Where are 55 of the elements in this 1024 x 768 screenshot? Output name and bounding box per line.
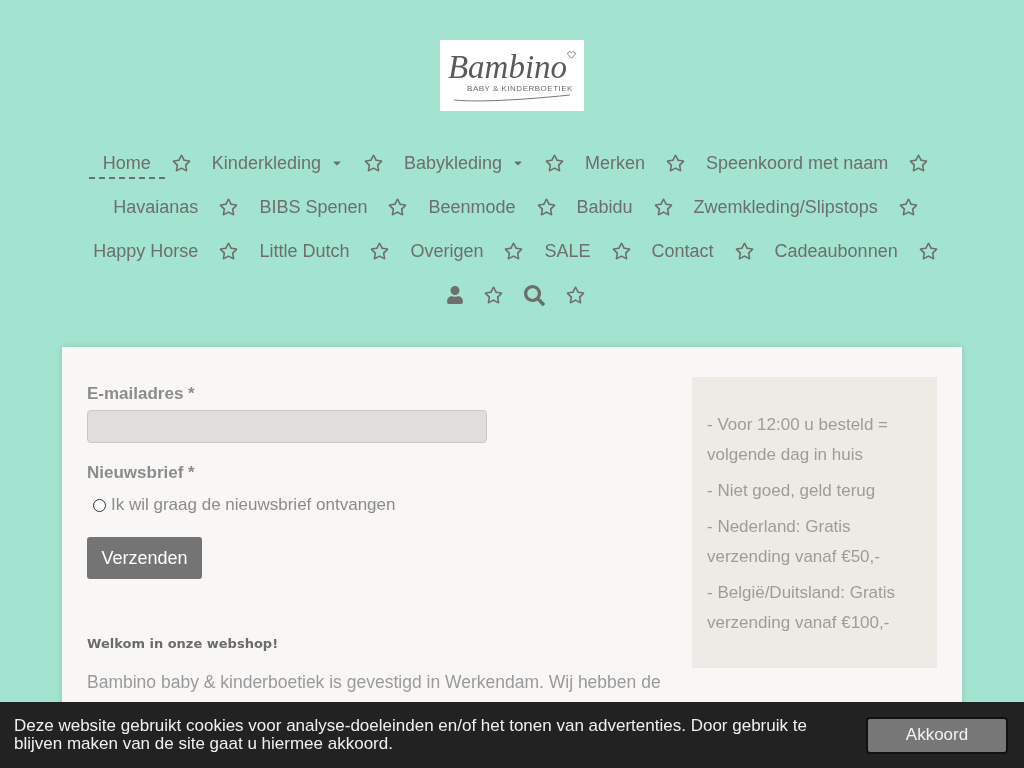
star-icon <box>666 154 686 172</box>
star-icon <box>219 198 239 216</box>
shipping-note: - Nederland: Gratis verzending vanaf €50,- <box>707 516 881 568</box>
email-label: E-mailadres * <box>87 383 195 405</box>
star-icon <box>388 198 408 216</box>
shipping-note: - België/Duitsland: Gratis verzending vanaf €100,- <box>707 582 897 634</box>
cookie-text: Deze website gebruikt cookies voor analyse-doeleinden en/of het tonen van advertenties. Door gebruik te blijven maken van de site gaat u hiermee akkoord. <box>14 717 808 753</box>
star-icon <box>653 198 673 216</box>
star-icon <box>611 242 631 260</box>
shipping-note: - Niet goed, geld terug <box>707 480 877 502</box>
nav-link[interactable]: SALE <box>530 237 605 267</box>
star-icon <box>370 242 390 260</box>
swoosh-icon <box>452 93 572 102</box>
nav-link[interactable]: Little Dutch <box>245 237 364 267</box>
star-icon <box>565 286 585 304</box>
newsletter-label: Nieuwsbrief * <box>87 462 195 484</box>
search-icon <box>523 284 545 306</box>
nav-link[interactable]: Overigen <box>396 237 498 267</box>
submit-button[interactable]: Verzenden <box>87 537 202 579</box>
user-icon <box>446 286 463 304</box>
logo[interactable]: Bambino BABY & KINDERBOETIEK <box>440 40 584 111</box>
star-icon <box>734 242 754 260</box>
shipping-note: - Voor 12:00 u besteld = volgende dag in huis <box>707 414 889 466</box>
nav-link[interactable]: Speenkoord met naam <box>692 149 903 179</box>
welcome-text: Bambino baby & kinderboetiek is gevestigd in Werkendam. Wij hebben de <box>87 671 661 693</box>
welcome-heading: Welkom in onze webshop! <box>87 636 279 652</box>
accept-button[interactable]: Akkoord <box>866 716 1008 754</box>
nav-link[interactable]: Cadeaubonnen <box>760 237 912 267</box>
nav-link[interactable]: Beenmode <box>414 193 530 223</box>
star-icon <box>909 154 929 172</box>
nav-link[interactable]: Home <box>88 149 165 179</box>
star-icon <box>898 198 918 216</box>
nav-link[interactable]: Babidu <box>562 193 647 223</box>
newsletter-option-label: Ik wil graag de nieuwsbrief ontvangen <box>111 494 396 516</box>
star-icon <box>504 242 524 260</box>
logo-tagline: BABY & KINDERBOETIEK <box>467 83 573 93</box>
nav-link[interactable]: Merken <box>571 149 660 179</box>
star-icon <box>171 154 191 172</box>
star-icon <box>483 286 503 304</box>
email-input[interactable] <box>87 410 487 443</box>
nav-link[interactable]: Happy Horse <box>79 237 213 267</box>
nav-link[interactable]: Zwemkleding/Slipstops <box>679 193 892 223</box>
nav-link[interactable]: Contact <box>637 237 728 267</box>
radio-button[interactable] <box>93 498 106 512</box>
nav-link[interactable]: Kinderkleding <box>197 149 357 179</box>
nav-link[interactable]: Babykleding <box>389 149 538 179</box>
logo-name: Bambino <box>447 49 568 84</box>
star-icon <box>545 154 564 172</box>
star-icon <box>918 242 938 260</box>
star-icon <box>363 154 383 172</box>
star-icon <box>536 198 556 216</box>
star-icon <box>219 242 239 260</box>
heart-icon <box>567 50 577 59</box>
nav-link[interactable]: Havaianas <box>99 193 213 223</box>
nav-link[interactable]: BIBS Spenen <box>245 193 382 223</box>
